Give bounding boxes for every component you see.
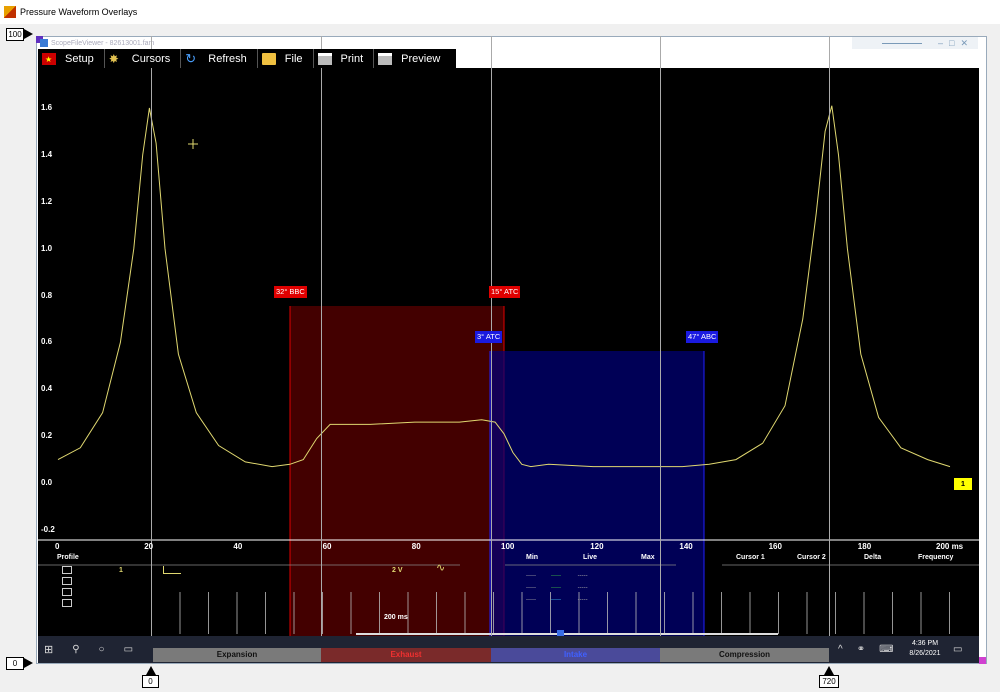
channel-number: 1 <box>119 567 123 574</box>
cursors-button[interactable]: ✸ Cursors <box>105 49 182 68</box>
cursor-line-3[interactable] <box>491 36 492 664</box>
taskbar-clock[interactable]: 4:36 PM 8/26/2021 <box>905 639 945 659</box>
stroke-compression: Compression <box>660 648 829 662</box>
keyboard-icon[interactable]: ⌨ <box>879 644 893 655</box>
cursor1-header: Cursor 1 <box>736 554 765 561</box>
cursor-line-1[interactable] <box>151 36 152 664</box>
y-tick-label: 0.0 <box>41 478 53 487</box>
toolbar: ★ Setup ✸ Cursors ↻ Refresh File Print P… <box>38 49 456 68</box>
refresh-button[interactable]: ↻ Refresh <box>181 49 258 68</box>
file-button[interactable]: File <box>258 49 314 68</box>
x-tick-label: 60 <box>322 542 332 551</box>
stroke-exhaust: Exhaust <box>321 648 491 662</box>
task-view-icon[interactable]: ▭ <box>124 644 133 655</box>
refresh-icon: ↻ <box>185 50 197 66</box>
y-tick-label: 0.6 <box>41 337 53 347</box>
top-marker-arrow <box>24 29 33 39</box>
slider-bar[interactable] <box>882 42 922 44</box>
app-title: Pressure Waveform Overlays <box>20 7 138 17</box>
y-tick-label: -0.2 <box>41 524 55 534</box>
resize-handle-bottom-right[interactable] <box>979 657 986 664</box>
app-title-bar: Pressure Waveform Overlays <box>0 0 1000 24</box>
x-tick-label: 120 <box>590 542 604 551</box>
y-tick-label: 1.2 <box>41 196 53 206</box>
cursor-left-arrow <box>146 666 156 675</box>
x-tick-label: 180 <box>857 542 872 551</box>
x-tick-label: 200 ms <box>936 542 964 551</box>
y-tick-label: 1.0 <box>41 243 53 253</box>
stroke-intake: Intake <box>491 648 660 662</box>
channel-1-tag[interactable]: 1 <box>954 478 972 490</box>
x-tick-label: 100 <box>501 542 515 551</box>
bottom-level-marker[interactable]: 0 <box>6 657 24 670</box>
x-tick-label: 40 <box>233 542 243 551</box>
channel-checkbox[interactable] <box>62 566 72 574</box>
exhaust-open-tag: 32° BBC <box>274 286 307 298</box>
channel-checkboxes <box>62 566 72 610</box>
setup-button[interactable]: ★ Setup <box>38 49 105 68</box>
y-tick-label: 0.4 <box>41 384 53 394</box>
cortana-icon[interactable]: ○ <box>99 644 105 655</box>
live-header: Live <box>583 554 598 561</box>
search-icon[interactable]: ⚲ <box>72 644 79 655</box>
probe-icon <box>163 566 181 574</box>
x-tick-label: 80 <box>411 542 421 551</box>
cursor-left-marker[interactable]: 0 <box>142 675 159 688</box>
close-icon[interactable]: ✕ <box>960 38 968 49</box>
frequency-header: Frequency <box>918 554 954 561</box>
top-level-marker[interactable]: 100 <box>6 28 24 41</box>
y-tick-label: 1.6 <box>41 103 53 112</box>
x-tick-label: 20 <box>144 542 154 551</box>
printer-icon <box>317 52 332 65</box>
channel-scale: 2 V <box>392 567 403 574</box>
x-tick-label: 160 <box>768 542 782 551</box>
maximize-icon[interactable]: □ <box>949 38 954 48</box>
y-tick-label: 0.8 <box>41 290 53 300</box>
inner-window-title: ScopeFileViewer - 82613001.fam <box>37 37 977 49</box>
trigger-slope-icon[interactable]: ∿ <box>436 563 445 574</box>
chevron-up-icon[interactable]: ^ <box>838 644 843 655</box>
minimize-icon[interactable]: – <box>938 38 943 48</box>
cursors-icon: ✸ <box>108 51 119 66</box>
bottom-marker-arrow <box>24 658 33 668</box>
exhaust-close-tag: 15° ATC <box>489 286 521 298</box>
cursor-line-4[interactable] <box>660 36 661 664</box>
stroke-expansion: Expansion <box>153 648 321 662</box>
y-tick-label: 0.2 <box>41 431 53 441</box>
notification-area: ▭ <box>953 636 962 663</box>
readout-dashes: ----- ----- ----- ----- ----- ----- ----… <box>526 573 588 603</box>
taskbar-left-icons: ⊞ ⚲ ○ ▭ <box>44 636 133 663</box>
intake-open-tag: 3° ATC <box>475 331 503 343</box>
delta-header: Delta <box>864 554 882 561</box>
cursor-right-marker[interactable]: 720 <box>819 675 839 688</box>
app-icon <box>4 6 16 18</box>
y-tick-label: 1.4 <box>41 149 53 159</box>
tray-icons: ^ ⚭ ⌨ <box>838 636 894 663</box>
channel-checkbox[interactable] <box>62 599 72 607</box>
scope-viewer-icon <box>40 39 48 47</box>
window-controls: – □ ✕ <box>852 37 978 49</box>
max-header: Max <box>641 554 655 561</box>
channel-checkbox[interactable] <box>62 588 72 596</box>
print-button[interactable]: Print <box>314 49 375 68</box>
intake-close-tag: 47° ABC <box>686 331 719 343</box>
channel-checkbox[interactable] <box>62 577 72 585</box>
preview-button[interactable]: Preview <box>374 49 450 68</box>
timebase-label: 200 ms <box>384 614 408 621</box>
x-tick-label: 140 <box>679 542 693 551</box>
min-header: Min <box>526 554 539 561</box>
profile-header: Profile <box>57 554 79 561</box>
cursor2-header: Cursor 2 <box>797 554 826 561</box>
cursor-line-2[interactable] <box>321 36 322 664</box>
x-tick-label: 0 <box>55 542 60 551</box>
cursor-line-5[interactable] <box>829 36 830 664</box>
preview-icon <box>378 52 393 65</box>
notification-icon[interactable]: ▭ <box>953 644 962 655</box>
windows-start-icon[interactable]: ⊞ <box>44 643 53 656</box>
folder-icon <box>261 52 276 65</box>
setup-icon: ★ <box>42 52 56 65</box>
network-icon[interactable]: ⚭ <box>857 644 865 655</box>
cursor-right-arrow <box>824 666 834 675</box>
